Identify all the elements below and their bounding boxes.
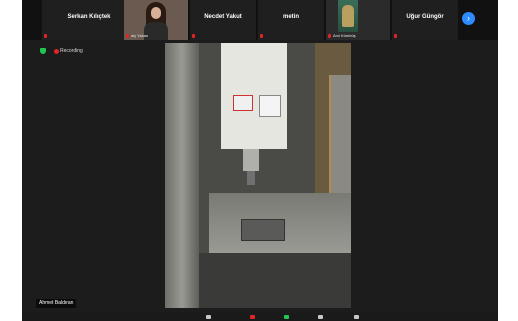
- mic-muted-icon: [394, 34, 397, 38]
- participant-label: aiç Yakan: [131, 33, 149, 38]
- participants-icon[interactable]: [206, 315, 211, 319]
- reactions-icon[interactable]: [354, 315, 359, 319]
- share-screen-icon[interactable]: [284, 315, 289, 319]
- participant-name: Uğur Güngör: [406, 14, 444, 20]
- mic-muted-icon: [260, 34, 263, 38]
- participant-name: metin: [282, 14, 299, 20]
- chevron-right-icon: ›: [467, 13, 470, 23]
- spindle: [243, 149, 259, 171]
- cutting-tool: [247, 171, 255, 185]
- mic-muted-icon: [126, 34, 129, 38]
- mic-muted-icon: [192, 34, 195, 38]
- participant-tile[interactable]: Serkan Kılıçtek: [42, 0, 136, 40]
- meeting-toolbar: [22, 313, 498, 321]
- vise: [241, 219, 285, 241]
- participant-strip: Serkan Kılıçtek aiç Yakan Necdet Yakut m…: [22, 0, 498, 40]
- participant-tile-video[interactable]: aiç Yakan: [124, 0, 188, 40]
- machine-door-frame: [165, 43, 199, 308]
- next-page-button[interactable]: ›: [462, 12, 475, 25]
- participant-label: Anıl Kümbüş: [333, 33, 356, 38]
- mic-muted-icon: [328, 34, 331, 38]
- recording-icon: [54, 49, 59, 54]
- participant-tile[interactable]: Necdet Yakut: [190, 0, 256, 40]
- participant-name: Necdet Yakut: [204, 14, 242, 20]
- person-face: [151, 7, 161, 19]
- machine-window: [329, 75, 351, 205]
- speaker-name-tag: Ahmet Baldıran: [36, 299, 77, 308]
- participant-tile[interactable]: Uğur Güngör: [392, 0, 458, 40]
- meeting-window: Serkan Kılıçtek aiç Yakan Necdet Yakut m…: [22, 0, 498, 321]
- participant-tile[interactable]: metin: [258, 0, 324, 40]
- participant-tile-avatar[interactable]: Anıl Kümbüş: [326, 0, 390, 40]
- mic-muted-icon: [44, 34, 47, 38]
- avatar-figure: [342, 5, 354, 27]
- warning-label: [233, 95, 253, 111]
- record-icon[interactable]: [318, 315, 323, 319]
- info-label: [259, 95, 281, 117]
- recording-label: Recording: [60, 48, 83, 54]
- participant-name: Serkan Kılıçtek: [67, 14, 111, 20]
- chat-icon[interactable]: [250, 315, 255, 319]
- speaker-name: Ahmet Baldıran: [39, 300, 74, 306]
- shield-icon[interactable]: [40, 48, 46, 54]
- machine-base: [199, 253, 351, 308]
- active-speaker-video: [165, 43, 351, 308]
